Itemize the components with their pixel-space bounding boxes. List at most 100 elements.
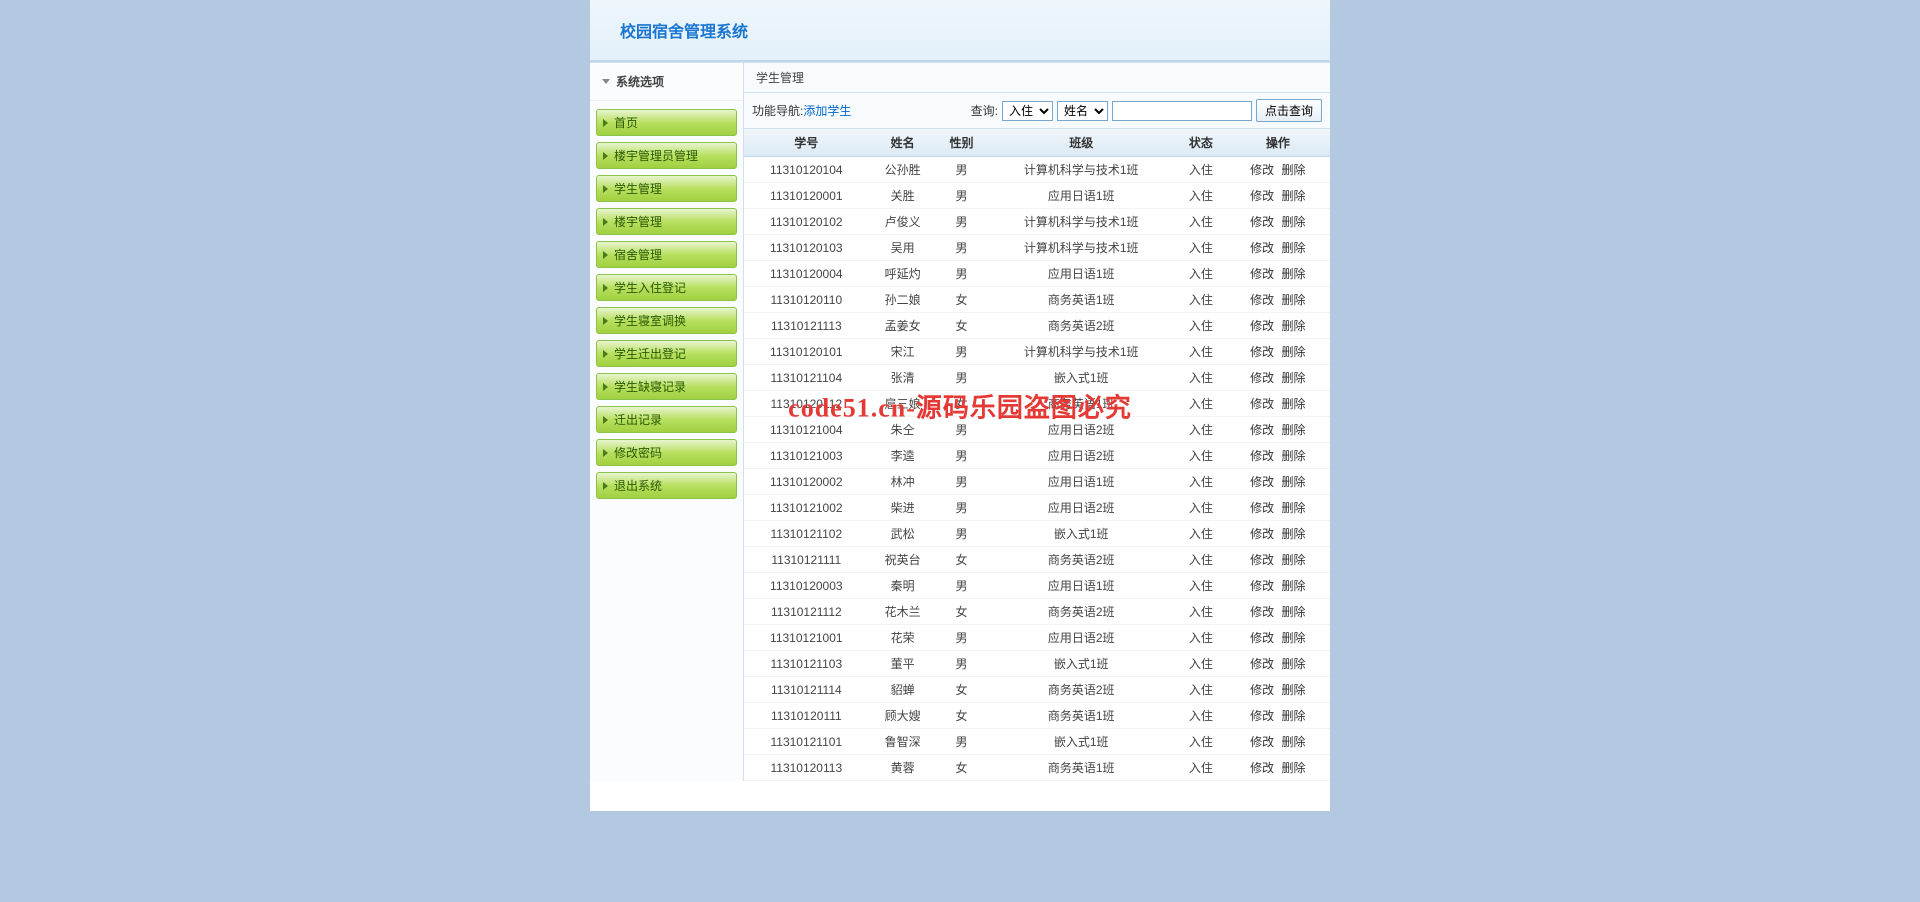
edit-link[interactable]: 修改 <box>1250 579 1274 593</box>
delete-link[interactable]: 删除 <box>1282 683 1306 697</box>
sidebar-item-2[interactable]: 学生管理 <box>596 175 737 202</box>
edit-link[interactable]: 修改 <box>1250 189 1274 203</box>
edit-link[interactable]: 修改 <box>1250 241 1274 255</box>
delete-link[interactable]: 删除 <box>1282 631 1306 645</box>
table-cell: 计算机科学与技术1班 <box>986 235 1176 261</box>
table-row: 11310120112扈三娘女商务英语1班入住修改 删除 <box>744 391 1330 417</box>
edit-link[interactable]: 修改 <box>1250 293 1274 307</box>
edit-link[interactable]: 修改 <box>1250 345 1274 359</box>
table-cell: 入住 <box>1176 495 1226 521</box>
sidebar-item-1[interactable]: 楼宇管理员管理 <box>596 142 737 169</box>
sidebar-item-6[interactable]: 学生寝室调换 <box>596 307 737 334</box>
table-row: 11310120003秦明男应用日语1班入住修改 删除 <box>744 573 1330 599</box>
edit-link[interactable]: 修改 <box>1250 657 1274 671</box>
add-student-link[interactable]: 添加学生 <box>803 104 851 118</box>
sidebar-item-9[interactable]: 迁出记录 <box>596 406 737 433</box>
status-select[interactable]: 入住 <box>1002 101 1053 121</box>
delete-link[interactable]: 删除 <box>1282 423 1306 437</box>
sidebar-item-label: 宿舍管理 <box>614 246 662 263</box>
sidebar-item-4[interactable]: 宿舍管理 <box>596 241 737 268</box>
edit-link[interactable]: 修改 <box>1250 449 1274 463</box>
sidebar-item-7[interactable]: 学生迁出登记 <box>596 340 737 367</box>
edit-link[interactable]: 修改 <box>1250 397 1274 411</box>
table-cell: 女 <box>937 547 987 573</box>
edit-link[interactable]: 修改 <box>1250 501 1274 515</box>
table-cell: 11310120003 <box>744 573 869 599</box>
delete-link[interactable]: 删除 <box>1282 267 1306 281</box>
arrow-right-icon <box>603 482 608 490</box>
nav-label: 功能导航:添加学生 <box>752 102 851 119</box>
edit-link[interactable]: 修改 <box>1250 475 1274 489</box>
sidebar-item-5[interactable]: 学生入住登记 <box>596 274 737 301</box>
delete-link[interactable]: 删除 <box>1282 761 1306 775</box>
delete-link[interactable]: 删除 <box>1282 501 1306 515</box>
delete-link[interactable]: 删除 <box>1282 527 1306 541</box>
edit-link[interactable]: 修改 <box>1250 319 1274 333</box>
delete-link[interactable]: 删除 <box>1282 449 1306 463</box>
edit-link[interactable]: 修改 <box>1250 683 1274 697</box>
edit-link[interactable]: 修改 <box>1250 527 1274 541</box>
edit-link[interactable]: 修改 <box>1250 267 1274 281</box>
delete-link[interactable]: 删除 <box>1282 241 1306 255</box>
table-row: 11310121114貂蝉女商务英语2班入住修改 删除 <box>744 677 1330 703</box>
search-input[interactable] <box>1112 101 1252 121</box>
table-cell: 11310120110 <box>744 287 869 313</box>
sidebar-item-label: 首页 <box>614 114 638 131</box>
sidebar-item-8[interactable]: 学生缺寝记录 <box>596 373 737 400</box>
field-select[interactable]: 姓名 <box>1057 101 1108 121</box>
delete-link[interactable]: 删除 <box>1282 579 1306 593</box>
edit-link[interactable]: 修改 <box>1250 605 1274 619</box>
table-cell: 公孙胜 <box>869 157 937 183</box>
body: 系统选项 首页楼宇管理员管理学生管理楼宇管理宿舍管理学生入住登记学生寝室调换学生… <box>590 62 1330 781</box>
table-cell: 11310120113 <box>744 755 869 781</box>
edit-link[interactable]: 修改 <box>1250 631 1274 645</box>
table-cell: 嵌入式1班 <box>986 521 1176 547</box>
action-cell: 修改 删除 <box>1226 391 1330 417</box>
search-button[interactable]: 点击查询 <box>1256 99 1322 122</box>
delete-link[interactable]: 删除 <box>1282 605 1306 619</box>
table-cell: 入住 <box>1176 261 1226 287</box>
table-cell: 卢俊义 <box>869 209 937 235</box>
delete-link[interactable]: 删除 <box>1282 709 1306 723</box>
action-cell: 修改 删除 <box>1226 261 1330 287</box>
table-cell: 应用日语2班 <box>986 495 1176 521</box>
edit-link[interactable]: 修改 <box>1250 215 1274 229</box>
delete-link[interactable]: 删除 <box>1282 553 1306 567</box>
delete-link[interactable]: 删除 <box>1282 215 1306 229</box>
table-cell: 女 <box>937 755 987 781</box>
table-cell: 男 <box>937 157 987 183</box>
edit-link[interactable]: 修改 <box>1250 761 1274 775</box>
edit-link[interactable]: 修改 <box>1250 163 1274 177</box>
table-cell: 男 <box>937 417 987 443</box>
edit-link[interactable]: 修改 <box>1250 423 1274 437</box>
sidebar-item-11[interactable]: 退出系统 <box>596 472 737 499</box>
table-cell: 11310121104 <box>744 365 869 391</box>
sidebar-item-label: 楼宇管理 <box>614 213 662 230</box>
table-cell: 入住 <box>1176 599 1226 625</box>
delete-link[interactable]: 删除 <box>1282 319 1306 333</box>
sidebar-header[interactable]: 系统选项 <box>590 63 743 101</box>
table-cell: 11310121101 <box>744 729 869 755</box>
delete-link[interactable]: 删除 <box>1282 397 1306 411</box>
table-cell: 商务英语2班 <box>986 547 1176 573</box>
delete-link[interactable]: 删除 <box>1282 163 1306 177</box>
sidebar-item-0[interactable]: 首页 <box>596 109 737 136</box>
delete-link[interactable]: 删除 <box>1282 293 1306 307</box>
edit-link[interactable]: 修改 <box>1250 553 1274 567</box>
table-cell: 商务英语2班 <box>986 599 1176 625</box>
delete-link[interactable]: 删除 <box>1282 189 1306 203</box>
edit-link[interactable]: 修改 <box>1250 735 1274 749</box>
edit-link[interactable]: 修改 <box>1250 709 1274 723</box>
sidebar-item-10[interactable]: 修改密码 <box>596 439 737 466</box>
sidebar-item-3[interactable]: 楼宇管理 <box>596 208 737 235</box>
sidebar-item-label: 学生寝室调换 <box>614 312 686 329</box>
action-cell: 修改 删除 <box>1226 417 1330 443</box>
table-row: 11310121102武松男嵌入式1班入住修改 删除 <box>744 521 1330 547</box>
delete-link[interactable]: 删除 <box>1282 475 1306 489</box>
delete-link[interactable]: 删除 <box>1282 345 1306 359</box>
table-cell: 11310120112 <box>744 391 869 417</box>
delete-link[interactable]: 删除 <box>1282 735 1306 749</box>
delete-link[interactable]: 删除 <box>1282 657 1306 671</box>
edit-link[interactable]: 修改 <box>1250 371 1274 385</box>
delete-link[interactable]: 删除 <box>1282 371 1306 385</box>
